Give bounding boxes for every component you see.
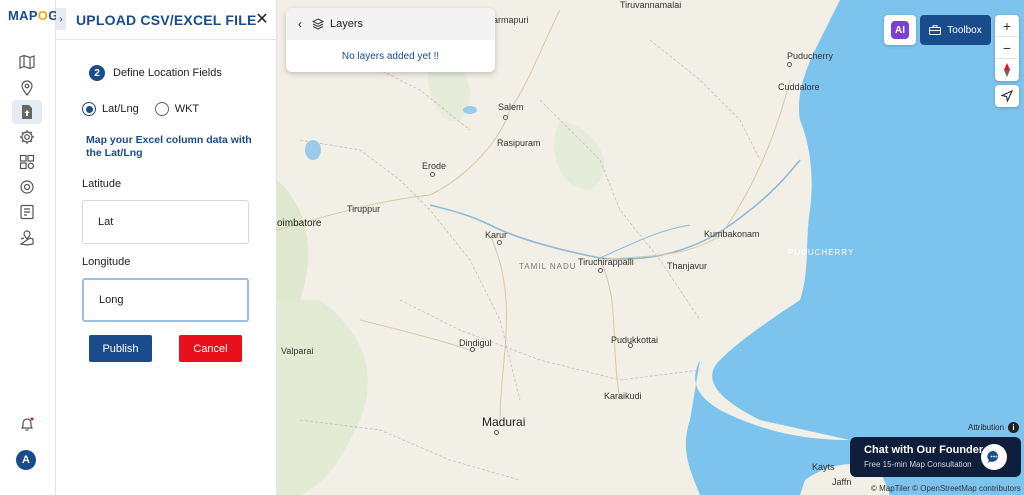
checklist-icon[interactable] [12,200,42,224]
toolbox-label: Toolbox [947,24,982,36]
longitude-value: Long [99,294,124,306]
map-copyright: © MapTiler © OpenStreetMap contributors [871,484,1021,493]
map-share-icon[interactable] [12,226,42,250]
map-label-valparai: Valparai [281,346,314,356]
chat-with-founder-widget[interactable]: Chat with Our Founder Free 15-min Map Co… [850,437,1021,477]
settings-gear-icon[interactable] [12,125,42,149]
map-dot-madurai [494,430,499,435]
panel-title: UPLOAD CSV/EXCEL FILE [76,12,257,28]
upload-panel: › UPLOAD CSV/EXCEL FILE ✕ 2 Define Locat… [56,0,277,495]
chat-bubble-icon[interactable] [981,444,1007,470]
attribution-toggle[interactable]: Attribution i [968,422,1020,433]
cancel-button[interactable]: Cancel [179,335,242,362]
map-dot-tiruchirappalli [598,268,603,273]
bell-icon[interactable] [12,412,42,436]
latitude-select[interactable]: Lat [82,200,249,244]
collapse-panel-button[interactable]: › [56,8,66,30]
close-icon[interactable]: ✕ [253,10,271,28]
longitude-label: Longitude [82,256,131,268]
radio-latlng[interactable] [82,102,96,116]
ai-sparkle-icon: AI [891,21,909,39]
chat-subtitle: Free 15-min Map Consultation [864,460,972,469]
mapog-logo[interactable]: MAPOG [8,8,59,23]
map-label-kumbakonam: Kumbakonam [704,229,760,239]
map-label-jaffna: Jaffn [832,477,852,487]
latitude-label: Latitude [82,178,122,190]
map-label-dindigul: Dindigul [459,338,492,348]
map-label-tiruchirappalli: Tiruchirappalli [578,257,634,267]
map-dot-puducherry [787,62,792,67]
map-label-thanjavur: Thanjavur [667,261,708,271]
map-label-pudukkottai: Pudukkottai [611,335,659,345]
chat-title: Chat with Our Founder [864,444,984,456]
map-label-tamil-nadu: TAMIL NADU [519,262,577,271]
info-icon: i [1008,422,1020,433]
map-label-karur: Karur [485,230,508,240]
radio-latlng-label: Lat/Lng [102,103,139,115]
radio-wkt-label: WKT [174,103,200,115]
briefcase-icon [929,25,942,35]
compass-icon [1004,63,1010,77]
layers-header: ‹ Layers [286,8,495,40]
layers-title: Layers [330,18,364,30]
step-header: 2 Define Location Fields [89,65,222,81]
longitude-select[interactable]: Long [82,278,249,322]
attribution-label: Attribution [968,423,1005,432]
zoom-out-button[interactable]: − [995,37,1019,59]
location-format-radio-group: Lat/Lng WKT [82,102,215,116]
map-dot-pudukkottai [628,343,633,348]
message-icon [987,450,999,463]
left-nav-rail: MAPOG A [0,0,59,495]
compass-button[interactable] [995,59,1019,81]
latitude-value: Lat [98,216,114,228]
user-avatar[interactable]: A [16,450,36,470]
map-label-cuddalore: Cuddalore [778,82,820,92]
map-dot-dindigul [470,347,475,352]
map-label-tiruvannamalai: Tiruvannamalai [620,0,682,10]
map-label-rasipuram: Rasipuram [497,138,541,148]
zoom-controls: + − [995,15,1019,81]
map-label-puducherry-region: PUDUCHERRY [788,248,855,257]
map-dot-karur [497,240,502,245]
panel-divider [56,39,277,40]
step-number-badge: 2 [89,65,105,81]
layers-popup: ‹ Layers No layers added yet !! [286,8,495,72]
geolocate-button[interactable] [995,85,1019,107]
layers-grid-icon[interactable] [12,150,42,174]
upload-file-icon[interactable] [12,100,42,124]
map-icon[interactable] [12,50,42,74]
radio-option-wkt[interactable]: WKT [154,102,200,116]
map-label-karaikudi: Karaikudi [604,391,642,401]
location-pin-icon[interactable] [12,76,42,100]
map-label-puducherry: Puducherry [787,51,834,61]
map-dot-salem [503,115,508,120]
map-label-tiruppur: Tiruppur [347,204,381,214]
map-label-coimbatore: oimbatore [277,218,322,229]
radio-option-latlng[interactable]: Lat/Lng [82,102,139,116]
map-label-madurai: Madurai [482,415,526,429]
publish-button[interactable]: Publish [89,335,152,362]
map-dot-erode [430,172,435,177]
map-label-salem: Salem [498,102,524,112]
ai-assistant-button[interactable]: AI [884,15,916,45]
map-label-kayts: Kayts [812,462,835,472]
target-icon[interactable] [12,175,42,199]
zoom-in-button[interactable]: + [995,15,1019,37]
layers-empty-message: No layers added yet !! [341,51,440,62]
map-label-erode: Erode [422,161,447,171]
radio-wkt[interactable] [154,102,169,116]
toolbox-button[interactable]: Toolbox [920,15,991,45]
navigation-arrow-icon [1001,90,1013,102]
mapping-hint: Map your Excel column data with the Lat/… [86,134,252,159]
layers-icon [312,18,324,30]
step-label: Define Location Fields [113,67,222,79]
chevron-left-icon[interactable]: ‹ [298,17,302,31]
